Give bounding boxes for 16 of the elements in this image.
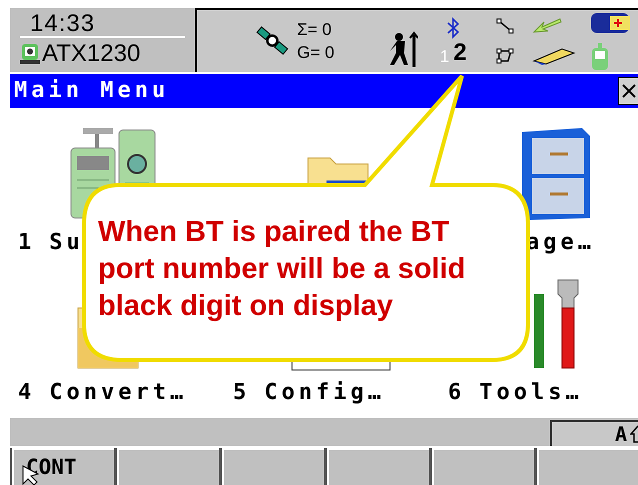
window-title: Main Menu bbox=[13, 80, 170, 102]
instrument-name: ATX1230 bbox=[42, 42, 140, 66]
port-number: 2 bbox=[453, 41, 467, 65]
satellite-total: Σ= 0 bbox=[297, 21, 333, 38]
callout-text: When BT is paired the BT port number will be a solid black digit on display bbox=[98, 215, 466, 324]
clock-time: 14:33 bbox=[29, 12, 96, 36]
menu-number: 4 bbox=[18, 382, 36, 404]
menu-label: Tools… bbox=[479, 382, 583, 404]
menu-number: 6 bbox=[448, 382, 466, 404]
satellite-glonass: G= 0 bbox=[297, 44, 334, 61]
menu-label: Su bbox=[49, 232, 84, 254]
menu-number: 1 bbox=[18, 232, 36, 254]
menu-number: 5 bbox=[233, 382, 250, 404]
menu-label: Convert… bbox=[49, 382, 188, 404]
menu-label: Config… bbox=[264, 382, 385, 404]
input-mode: A bbox=[614, 424, 627, 444]
